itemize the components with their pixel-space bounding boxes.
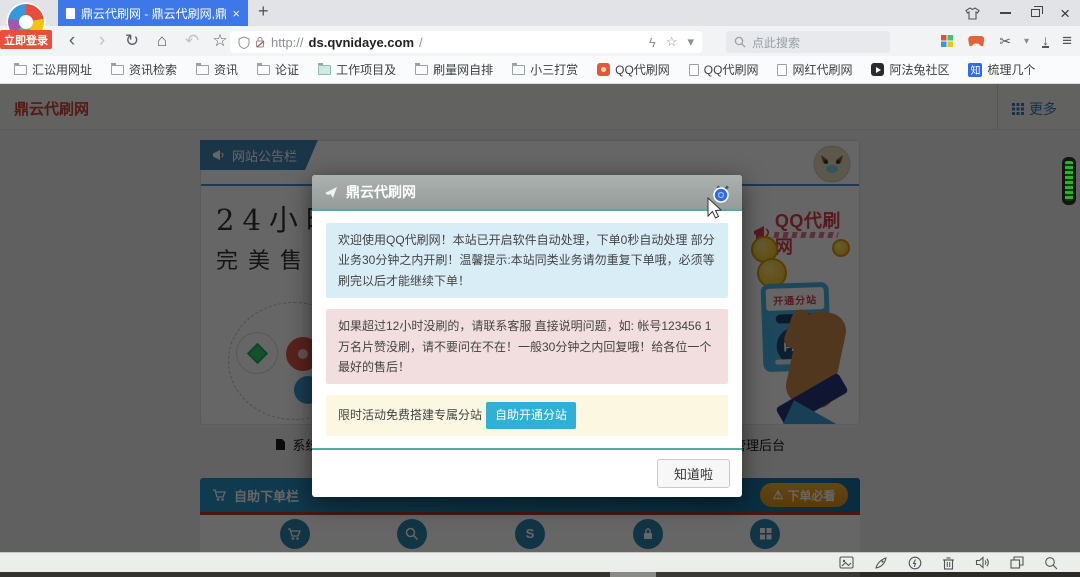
url-scheme: http:// xyxy=(271,35,304,50)
forward-button[interactable]: › xyxy=(90,26,114,56)
undo-button[interactable]: ↶ xyxy=(180,26,204,56)
speaker-icon[interactable] xyxy=(975,556,990,569)
dropdown-caret-icon[interactable]: ▾ xyxy=(687,34,694,50)
bookmark-item[interactable]: 资讯 xyxy=(196,61,238,78)
favorite-star-icon[interactable]: ☆ xyxy=(666,34,678,50)
bookmark-item[interactable]: 论证 xyxy=(257,61,299,78)
folder-icon xyxy=(257,65,270,75)
page-icon xyxy=(777,64,787,76)
paper-plane-icon xyxy=(324,186,338,199)
reload-button[interactable]: ↻ xyxy=(120,26,144,56)
search-placeholder: 点此搜索 xyxy=(752,34,800,51)
search-icon xyxy=(734,36,746,48)
new-tab-button[interactable]: + xyxy=(258,1,269,22)
download-icon[interactable]: ↓ xyxy=(1042,34,1049,49)
home-button[interactable]: ⌂ xyxy=(150,26,174,56)
notice-warning: 限时活动免费搭建专属分站 自助开通分站 xyxy=(326,395,728,435)
mouse-cursor xyxy=(700,186,734,222)
bookmark-item[interactable]: 汇讼用网址 xyxy=(14,61,92,78)
active-tab[interactable]: 鼎云代刷网 - 鼎云代刷网,鼎云 × xyxy=(58,0,248,26)
page-favicon xyxy=(66,8,75,19)
bookmark-star-button[interactable]: ☆ xyxy=(208,26,232,56)
bookmarks-bar: 汇讼用网址 资讯检索 资讯 论证 工作项目及 刷量网自排 小三打赏 QQ代刷网 … xyxy=(0,56,1080,84)
open-branch-button[interactable]: 自助开通分站 xyxy=(486,402,576,428)
scissors-icon[interactable]: ✂ xyxy=(999,33,1011,50)
notice-info: 欢迎使用QQ代刷网！本站已开启软件自动处理，下单0秒自动处理 部分业务30分钟之… xyxy=(326,223,728,298)
taskbar-segment xyxy=(610,572,656,577)
back-button[interactable]: ‹ xyxy=(60,26,84,56)
dialog-footer: 知道啦 xyxy=(312,448,742,497)
dialog-title: 鼎云代刷网 xyxy=(346,182,416,202)
window-controls: × xyxy=(965,0,1070,26)
bookmark-item[interactable]: 网红代刷网 xyxy=(777,61,852,78)
menu-icon[interactable]: ≡ xyxy=(1062,31,1072,51)
flash-icon[interactable]: ϟ xyxy=(649,35,656,50)
bookmark-item[interactable]: 刷量网自排 xyxy=(415,61,493,78)
restore-button[interactable] xyxy=(1031,9,1040,17)
screen: 鼎云代刷网 - 鼎云代刷网,鼎云 × + × 立即登录 ‹ › ↻ ⌂ ↶ ☆ … xyxy=(0,0,1080,577)
play-icon xyxy=(871,63,884,76)
image-icon[interactable] xyxy=(839,556,854,569)
close-button[interactable]: × xyxy=(1060,5,1070,22)
ok-button[interactable]: 知道啦 xyxy=(657,459,730,488)
folder-icon xyxy=(14,65,27,75)
address-bar[interactable]: http:// ds.qvnidaye.com / ϟ ☆ ▾ xyxy=(230,31,702,53)
bookmark-item[interactable]: 阿法兔社区 xyxy=(871,61,949,78)
folder-icon xyxy=(318,65,331,75)
bookmark-item[interactable]: QQ代刷网 xyxy=(689,61,759,78)
insecure-lock-icon xyxy=(255,36,266,48)
taskbar-segment xyxy=(0,572,610,577)
security-shield-icon xyxy=(238,36,250,49)
bookmark-item[interactable]: 资讯检索 xyxy=(111,61,177,78)
announcement-dialog: 鼎云代刷网 × 欢迎使用QQ代刷网！本站已开启软件自动处理，下单0秒自动处理 部… xyxy=(312,175,742,497)
dialog-header: 鼎云代刷网 × xyxy=(312,175,742,211)
notice-danger: 如果超过12小时没刷的，请联系客服 直接说明问题，如: 帐号123456 1万名… xyxy=(326,309,728,384)
trash-icon[interactable] xyxy=(942,556,955,570)
browser-tab-bar: 鼎云代刷网 - 鼎云代刷网,鼎云 × + × xyxy=(0,0,1080,26)
battery-fill xyxy=(1065,161,1073,201)
page-icon xyxy=(689,64,699,76)
site-favicon-icon xyxy=(597,63,610,76)
folder-icon xyxy=(111,65,124,75)
zhihu-icon: 知 xyxy=(968,63,982,77)
apps-grid-icon[interactable] xyxy=(940,34,954,48)
taskbar-segment xyxy=(656,572,860,577)
url-path: / xyxy=(419,35,423,50)
windows-cascade-icon[interactable] xyxy=(1010,556,1024,569)
battery-indicator xyxy=(1062,157,1076,205)
folder-icon xyxy=(415,65,428,75)
browser-status-bar xyxy=(0,552,1080,572)
zoom-icon[interactable] xyxy=(1044,556,1058,570)
browser-toolbar-right: ✂ ▾ ↓ ≡ xyxy=(940,26,1072,56)
url-host: ds.qvnidaye.com xyxy=(309,35,414,50)
bookmark-item[interactable]: 知梳理几个 xyxy=(968,61,1035,78)
dialog-body: 欢迎使用QQ代刷网！本站已开启软件自动处理，下单0秒自动处理 部分业务30分钟之… xyxy=(312,211,742,448)
folder-icon xyxy=(512,65,525,75)
flash-circle-icon[interactable] xyxy=(908,556,922,570)
theme-shirt-icon[interactable] xyxy=(965,7,980,20)
tab-close-icon[interactable]: × xyxy=(232,6,240,21)
bookmark-item[interactable]: 工作项目及 xyxy=(318,61,396,78)
folder-icon xyxy=(196,65,209,75)
bookmark-item[interactable]: QQ代刷网 xyxy=(597,61,670,78)
games-gamepad-icon[interactable] xyxy=(967,35,986,48)
search-box[interactable]: 点此搜索 xyxy=(726,31,890,53)
tab-title: 鼎云代刷网 - 鼎云代刷网,鼎云 xyxy=(81,5,226,22)
bookmark-item[interactable]: 小三打赏 xyxy=(512,61,578,78)
minimize-button[interactable] xyxy=(1000,12,1011,14)
login-badge[interactable]: 立即登录 xyxy=(0,30,52,49)
scissors-caret-icon[interactable]: ▾ xyxy=(1024,36,1029,47)
rocket-icon[interactable] xyxy=(874,556,888,570)
